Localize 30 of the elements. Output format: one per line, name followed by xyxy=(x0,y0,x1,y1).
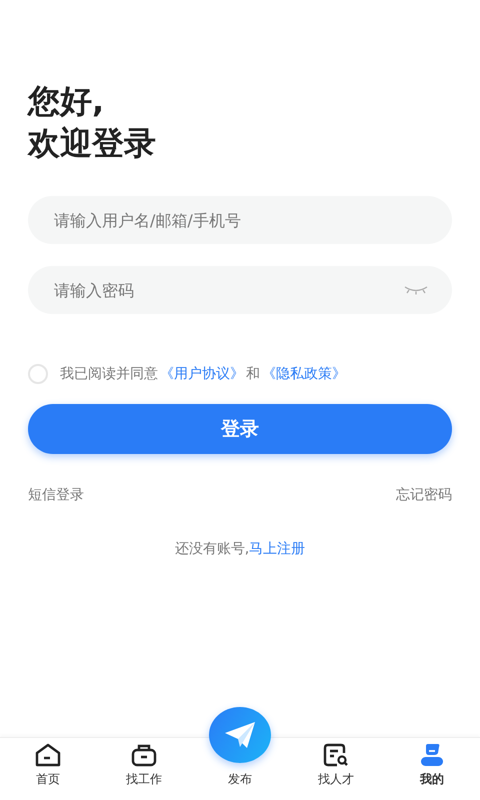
greeting-title: 您好, xyxy=(28,81,106,122)
tab-label: 首页 xyxy=(36,771,60,788)
forgot-password-link[interactable]: 忘记密码 xyxy=(396,486,452,504)
document-search-icon xyxy=(323,743,349,767)
user-agreement-link[interactable]: 《用户协议》 xyxy=(160,365,244,383)
register-prompt: 还没有账号, xyxy=(174,540,250,558)
greeting-title: 欢迎登录 xyxy=(28,123,157,164)
tab-item[interactable]: 首页 xyxy=(0,738,96,800)
tab-item[interactable]: 我的 xyxy=(384,738,480,800)
agreement-text: 我已阅读并同意 xyxy=(60,365,158,383)
agreement-text: 和 xyxy=(246,365,260,383)
sms-login-link[interactable]: 短信登录 xyxy=(28,486,84,504)
username-field[interactable]: 请输入用户名/邮箱/手机号 xyxy=(28,196,452,244)
tab-label: 找工作 xyxy=(126,771,162,788)
agree-checkbox[interactable] xyxy=(28,364,48,384)
privacy-policy-link[interactable]: 《隐私政策》 xyxy=(262,365,346,383)
eye-closed-icon[interactable] xyxy=(404,285,428,295)
tab-label: 我的 xyxy=(420,771,444,788)
send-button[interactable] xyxy=(209,707,271,763)
login-button[interactable]: 登录 xyxy=(28,404,452,454)
briefcase-icon xyxy=(131,743,157,767)
tab-item[interactable]: 找工作 xyxy=(96,738,192,800)
tab-item[interactable]: 发布 xyxy=(228,771,252,788)
paper-plane-icon xyxy=(223,720,257,750)
register-link[interactable]: 马上注册 xyxy=(249,540,306,558)
password-field[interactable]: 请输入密码 xyxy=(28,266,452,314)
tab-label: 找人才 xyxy=(318,771,354,788)
house-icon xyxy=(35,743,61,767)
tab-item[interactable]: 找人才 xyxy=(288,738,384,800)
user-icon xyxy=(419,743,445,767)
